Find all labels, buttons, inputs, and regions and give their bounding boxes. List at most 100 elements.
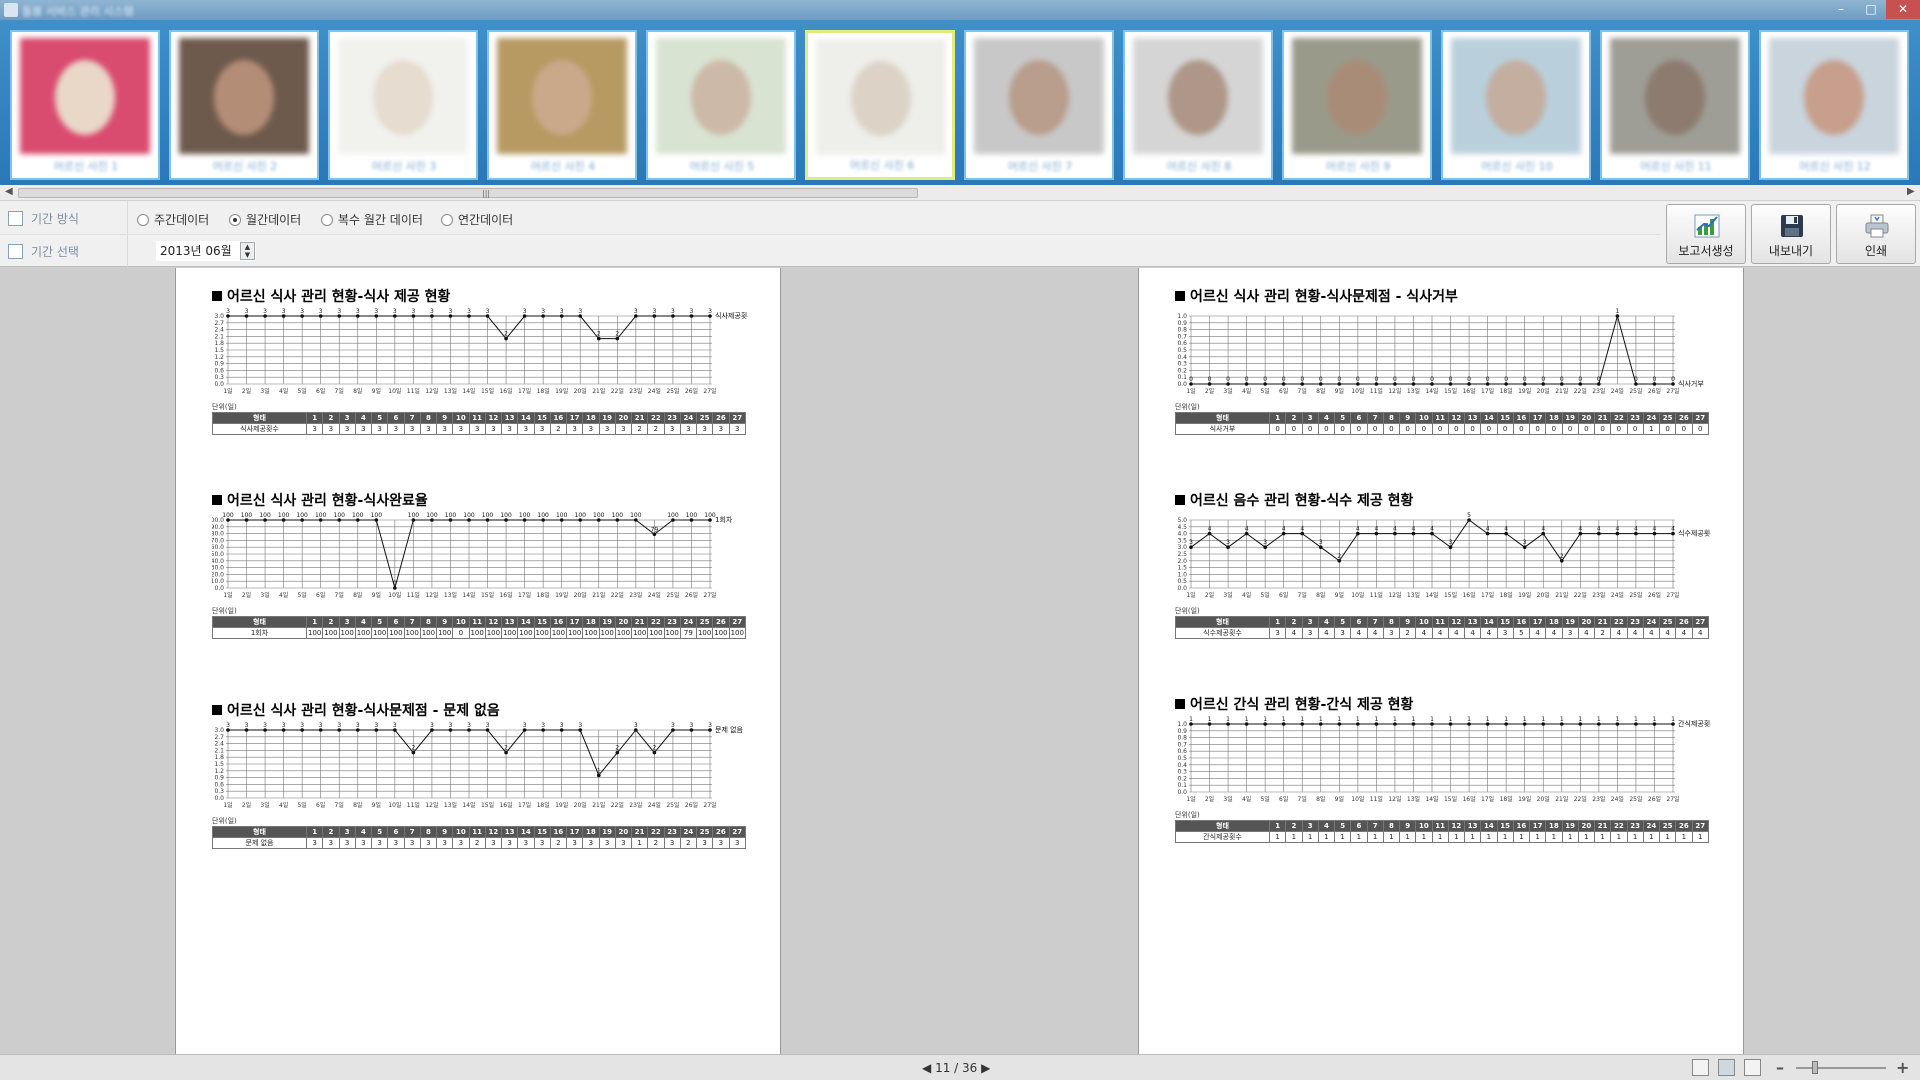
resident-card[interactable]: 어르신 사진 8 <box>1123 30 1273 180</box>
data-label: 1 <box>1263 716 1267 723</box>
maximize-icon[interactable]: □ <box>1856 0 1886 19</box>
y-tick-label: 0.5 <box>1177 755 1187 762</box>
face-shape <box>1168 60 1228 135</box>
x-tick-label: 20일 <box>1537 795 1550 803</box>
table-header-cell: 12 <box>1447 616 1466 628</box>
generate-report-button[interactable]: 보고서생성 <box>1666 204 1746 264</box>
resident-card[interactable]: 어르신 사진 10 <box>1441 30 1591 180</box>
table-header-cell: 22 <box>1610 412 1628 424</box>
table-header-cell: 3 <box>1301 616 1319 628</box>
table-header-cell: 25 <box>695 826 714 838</box>
chart-title-text: 어르신 음수 관리 현황-식수 제공 현황 <box>1190 493 1414 509</box>
x-tick-label: 4일 <box>279 591 288 599</box>
bullet-square-icon <box>212 291 222 301</box>
table-header-cell: 5 <box>1333 412 1352 424</box>
x-tick-label: 12일 <box>425 801 438 809</box>
table-header-cell: 3 <box>338 412 356 424</box>
line-chart: 0.00.51.01.52.02.53.03.54.04.55.0 1일 2일 3일 4… <box>1177 512 1711 599</box>
line-chart: 0.010.020.030.040.050.060.070.080.090.0 1… <box>212 512 733 599</box>
scroll-right-icon[interactable]: ▶ <box>1907 186 1915 197</box>
resident-card[interactable]: 어르신 사진 7 <box>964 30 1114 180</box>
data-label: 3 <box>430 308 434 315</box>
data-label: 0 <box>1189 376 1193 383</box>
single-page-view-icon[interactable] <box>1692 1059 1709 1076</box>
x-tick-label: 21일 <box>592 801 605 809</box>
resident-card[interactable]: 어르신 사진 3 <box>328 30 478 180</box>
x-tick-label: 13일 <box>1407 795 1420 803</box>
x-tick-label: 10일 <box>388 387 401 395</box>
window-title: 돌봄 서비스 관리 시스템 <box>22 5 134 18</box>
table-cell: 1 <box>1675 831 1693 843</box>
y-tick-label: 1.0 <box>1177 721 1187 728</box>
date-spinner[interactable]: ▲ ▼ <box>240 242 255 260</box>
x-tick-label: 27일 <box>703 801 716 809</box>
prev-page-icon[interactable]: ◀ <box>922 1061 931 1075</box>
radio-monthly[interactable]: 월간데이터 <box>229 211 301 228</box>
table-header-cell: 3 <box>1301 820 1319 832</box>
scrollbar-thumb[interactable]: ||| <box>18 188 918 198</box>
resident-card[interactable]: 어르신 사진 9 <box>1282 30 1432 180</box>
resident-card[interactable]: 어르신 사진 12 <box>1759 30 1909 180</box>
report-preview[interactable]: 어르신 식사 관리 현황-식사 제공 현황 0.0 0.3 0.6 0.9 1.2 1.5 1… <box>0 268 1920 1054</box>
resident-card[interactable]: 어르신 사진 11 <box>1600 30 1750 180</box>
table-cell: 3 <box>1301 627 1319 639</box>
two-page-view-icon[interactable] <box>1718 1059 1735 1076</box>
grid-icon <box>8 244 23 259</box>
data-label: 0 <box>1597 376 1601 383</box>
table-header-cell: 8 <box>419 826 438 838</box>
y-tick-label: 0.4 <box>1177 354 1187 361</box>
data-label: 3 <box>263 722 267 729</box>
table-header-cell: 6 <box>1350 820 1368 832</box>
zoom-in-icon[interactable]: + <box>1896 1058 1909 1077</box>
spin-down-icon[interactable]: ▼ <box>245 251 250 259</box>
table-header-cell: 16 <box>549 616 568 628</box>
strip-scrollbar[interactable]: ◀ ||| ▶ <box>0 185 1920 201</box>
print-button[interactable]: 인쇄 <box>1836 204 1916 264</box>
multi-page-view-icon[interactable] <box>1744 1059 1761 1076</box>
zoom-slider[interactable] <box>1796 1067 1886 1069</box>
resident-card[interactable]: 어르신 사진 4 <box>487 30 637 180</box>
table-header-cell: 20 <box>1577 820 1596 832</box>
table-header-cell: 22 <box>1610 820 1628 832</box>
scroll-left-icon[interactable]: ◀ <box>5 186 13 197</box>
close-icon[interactable]: ✕ <box>1886 0 1920 19</box>
table-cell: 100 <box>533 627 551 639</box>
resident-card[interactable]: 어르신 사진 2 <box>169 30 319 180</box>
zoom-out-icon[interactable]: – <box>1776 1058 1784 1077</box>
table-header-cell: 18 <box>1545 616 1563 628</box>
data-table: 형태 1 2 3 4 5 6 7 8 9 10 11 12 13 14 15 16 17 18 19 20 21 22 23 2… <box>1175 412 1709 435</box>
data-label: 0 <box>1356 376 1360 383</box>
x-tick-label: 12일 <box>1388 387 1401 395</box>
minimize-icon[interactable]: – <box>1826 0 1856 19</box>
export-button[interactable]: 내보내기 <box>1751 204 1831 264</box>
spin-up-icon[interactable]: ▲ <box>245 243 250 251</box>
y-tick-label: 0.7 <box>1177 741 1187 748</box>
x-tick-label: 14일 <box>1425 795 1438 803</box>
chart-title-text: 어르신 식사 관리 현황-식사문제점 - 문제 없음 <box>227 703 500 719</box>
radio-yearly[interactable]: 연간데이터 <box>441 211 513 228</box>
table-cell: 2 <box>679 837 698 849</box>
x-tick-label: 26일 <box>1648 591 1661 599</box>
y-tick-label: 0.9 <box>214 361 224 368</box>
data-label: 3 <box>671 308 675 315</box>
resident-card[interactable]: 어르신 사진 5 <box>646 30 796 180</box>
zoom-slider-thumb[interactable] <box>1812 1061 1818 1074</box>
table-header-cell: 5 <box>1333 616 1352 628</box>
table-header-cell: 11 <box>1431 820 1449 832</box>
chart-block-snack-provided: 어르신 간식 관리 현황-간식 제공 현황 0.0 0.1 0.2 0.3 0.4 0.5 0… <box>1175 694 1711 843</box>
resident-card[interactable]: 어르신 사진 1 <box>10 30 160 180</box>
table-cell: 0 <box>1431 423 1449 435</box>
resident-caption: 어르신 사진 10 <box>1481 160 1553 173</box>
table-cell: 4 <box>1528 627 1547 639</box>
data-label: 79 <box>651 526 659 533</box>
radio-weekly[interactable]: 주간데이터 <box>137 211 209 228</box>
data-label: 3 <box>541 308 545 315</box>
data-label: 3 <box>523 722 527 729</box>
resident-card[interactable]: 어르신 사진 6 <box>805 30 955 180</box>
next-page-icon[interactable]: ▶ <box>981 1061 990 1075</box>
table-cell: 4 <box>1431 627 1449 639</box>
x-tick-label: 9일 <box>372 591 381 599</box>
table-cell: 100 <box>354 627 373 639</box>
table-cell: 5 <box>1512 627 1531 639</box>
radio-multi-monthly[interactable]: 복수 월간 데이터 <box>321 211 423 228</box>
